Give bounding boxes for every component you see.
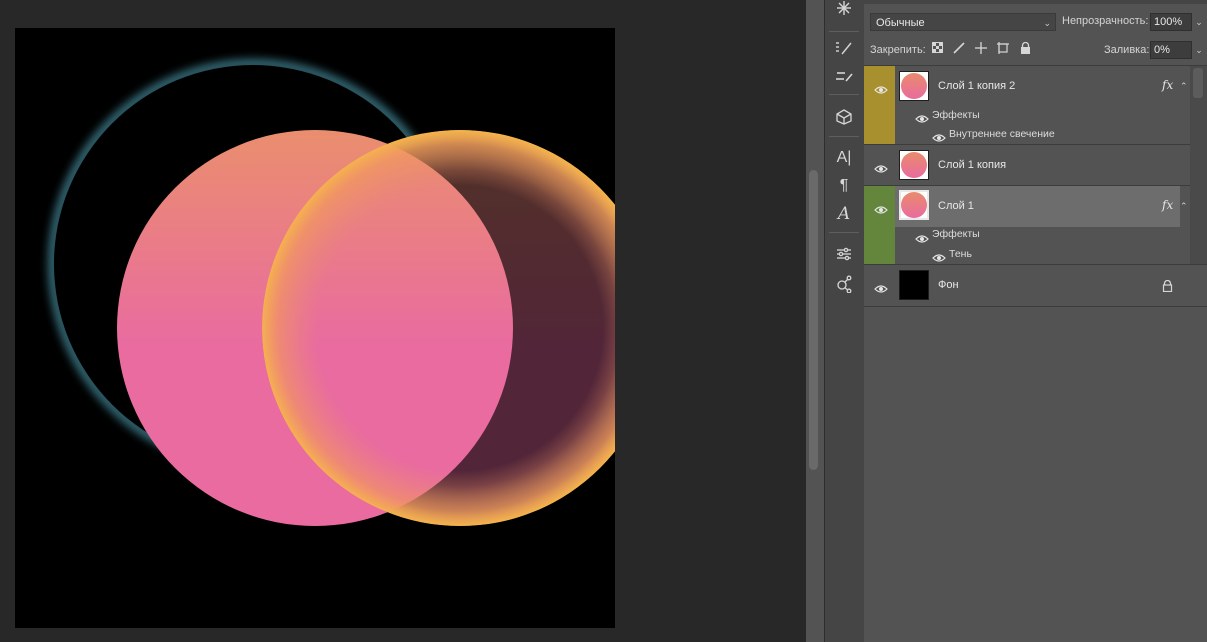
canvas-artwork — [50, 61, 615, 526]
layer-row-background[interactable]: Фон — [864, 265, 1190, 306]
canvas[interactable] — [15, 28, 615, 628]
layer-name[interactable]: Слой 1 — [938, 200, 974, 212]
layer-row-copy-2[interactable]: Слой 1 копия 2 fx ⌃ Эффекты Внутреннее с… — [864, 66, 1190, 144]
opacity-label: Непрозрачность: — [1062, 15, 1149, 27]
eye-icon[interactable] — [874, 202, 888, 214]
layers-scrollbar[interactable] — [1190, 66, 1207, 264]
blend-mode-value: Обычные — [876, 17, 925, 29]
collapse-caret-icon[interactable]: ⌃ — [1180, 81, 1188, 92]
layer-thumbnail — [899, 150, 929, 180]
eye-icon[interactable] — [915, 231, 929, 243]
toolstrip-divider — [829, 136, 859, 137]
lock-icon — [1162, 279, 1173, 297]
layers-scrollbar-thumb[interactable] — [1193, 68, 1203, 98]
workspace-scrollbar-thumb[interactable] — [809, 170, 818, 470]
panel-divider — [864, 306, 1207, 307]
character-icon[interactable]: A| — [830, 146, 858, 170]
lock-artboard-icon[interactable] — [996, 42, 1010, 56]
eye-icon[interactable] — [932, 250, 946, 262]
layer-row-copy[interactable]: Слой 1 копия — [864, 145, 1190, 185]
document-workspace — [0, 0, 806, 642]
network-icon[interactable] — [830, 272, 858, 296]
blend-mode-select[interactable]: Обычные ⌄ — [870, 13, 1056, 31]
opacity-dropdown-icon[interactable]: ⌄ — [1192, 13, 1206, 31]
toolstrip-divider — [829, 31, 859, 32]
brush-list-icon[interactable] — [830, 36, 858, 60]
panel-top-bar — [864, 0, 1207, 4]
layers-panel: Обычные ⌄ Непрозрачность: 100% ⌄ Закрепи… — [864, 0, 1207, 642]
fill-dropdown-icon[interactable]: ⌄ — [1192, 41, 1206, 59]
layer-name[interactable]: Фон — [938, 279, 959, 291]
eye-icon[interactable] — [874, 161, 888, 173]
fill-field[interactable]: 0% — [1150, 41, 1192, 59]
adjustments-icon[interactable] — [830, 242, 858, 266]
fx-icon[interactable]: fx — [1162, 78, 1173, 92]
layer-thumbnail — [899, 71, 929, 101]
fx-icon[interactable]: fx — [1162, 198, 1173, 212]
collapse-caret-icon[interactable]: ⌃ — [1180, 201, 1188, 212]
cube-icon[interactable] — [830, 105, 858, 129]
effects-label: Эффекты — [932, 109, 980, 121]
layer-color-tag — [864, 66, 895, 144]
eye-icon[interactable] — [932, 130, 946, 142]
opacity-field[interactable]: 100% — [1150, 13, 1192, 31]
lock-pixels-icon[interactable] — [952, 42, 966, 56]
layer-name[interactable]: Слой 1 копия — [938, 159, 1006, 171]
toolstrip-divider — [829, 232, 859, 233]
eye-icon[interactable] — [874, 281, 888, 293]
panel-toolstrip: A| ¶ A — [824, 0, 865, 642]
layer-name[interactable]: Слой 1 копия 2 — [938, 80, 1015, 92]
effects-label: Эффекты — [932, 228, 980, 240]
eye-icon[interactable] — [915, 111, 929, 123]
snowflake-icon[interactable] — [830, 0, 858, 20]
lock-all-icon[interactable] — [1018, 41, 1032, 56]
paragraph-icon[interactable]: ¶ — [830, 174, 858, 198]
lock-label: Закрепить: — [870, 44, 926, 56]
brush-icon[interactable] — [830, 64, 858, 88]
toolstrip-divider — [829, 94, 859, 95]
eye-icon[interactable] — [874, 82, 888, 94]
layer-thumbnail — [899, 190, 929, 220]
lock-position-icon[interactable] — [974, 42, 988, 56]
fill-label: Заливка: — [1104, 44, 1150, 56]
effect-name: Тень — [949, 248, 972, 260]
chevron-down-icon: ⌄ — [1043, 18, 1051, 28]
layer-thumbnail — [899, 270, 929, 300]
layer-color-tag — [864, 186, 895, 264]
lock-transparent-icon[interactable] — [930, 42, 944, 56]
layer-row-layer-1[interactable]: Слой 1 fx ⌃ Эффекты Тень — [864, 186, 1190, 264]
glyph-icon[interactable]: A — [830, 202, 858, 226]
effect-name: Внутреннее свечение — [949, 128, 1055, 140]
